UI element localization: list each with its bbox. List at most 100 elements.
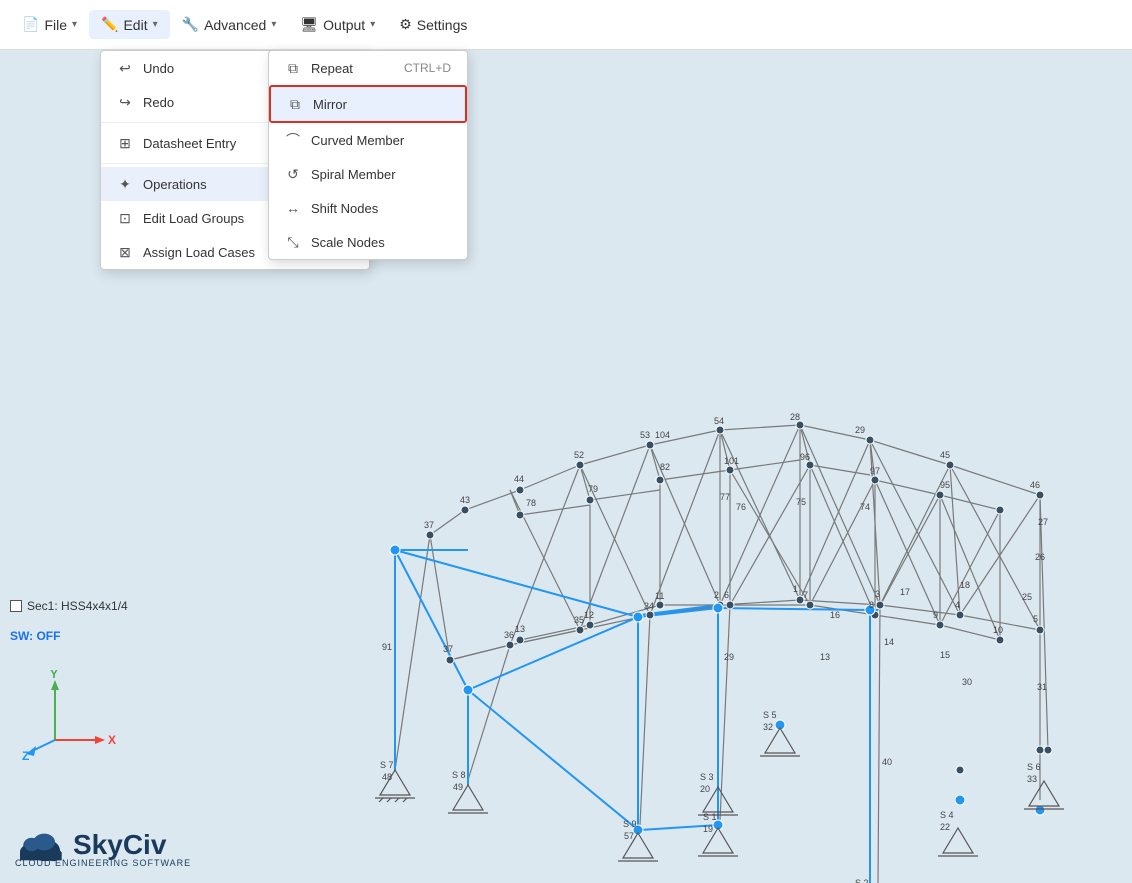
svg-text:22: 22 [940, 822, 950, 832]
edit-chevron-icon: ▾ [153, 19, 158, 30]
svg-text:77: 77 [720, 492, 730, 502]
svg-text:36: 36 [504, 630, 514, 640]
svg-text:5: 5 [1033, 614, 1038, 624]
skyciv-logo: SkyCiv CLOUD ENGINEERING SOFTWARE [15, 827, 191, 868]
svg-text:8: 8 [869, 600, 874, 610]
load-cases-icon: ⊠ [117, 244, 133, 260]
svg-text:S 6: S 6 [1027, 762, 1041, 772]
svg-text:20: 20 [700, 784, 710, 794]
section-label: Sec1: HSS4x4x1/4 [10, 599, 128, 613]
svg-text:33: 33 [1027, 774, 1037, 784]
svg-text:78: 78 [526, 498, 536, 508]
svg-text:S 9: S 9 [623, 819, 637, 829]
svg-text:31: 31 [1037, 682, 1047, 692]
operations-icon: ✦ [117, 176, 133, 192]
svg-text:76: 76 [736, 502, 746, 512]
svg-text:44: 44 [514, 474, 524, 484]
menu-advanced[interactable]: 🔧 Advanced ▾ [170, 10, 289, 39]
file-chevron-icon: ▾ [72, 19, 77, 30]
svg-text:3: 3 [875, 589, 880, 599]
svg-text:75: 75 [796, 497, 806, 507]
mirror-icon: ⧉ [287, 96, 303, 112]
menu-settings[interactable]: ⚙ Settings [387, 10, 479, 39]
mirror-item[interactable]: ⧉ Mirror [269, 85, 467, 123]
svg-text:17: 17 [900, 587, 910, 597]
svg-text:43: 43 [460, 495, 470, 505]
svg-text:25: 25 [1022, 592, 1032, 602]
svg-text:18: 18 [960, 580, 970, 590]
settings-icon: ⚙ [399, 16, 412, 33]
svg-text:52: 52 [574, 450, 584, 460]
svg-text:S 5: S 5 [763, 710, 777, 720]
svg-text:40: 40 [882, 757, 892, 767]
curved-member-item[interactable]: ⌒ Curved Member [269, 123, 467, 157]
undo-icon: ↩ [117, 60, 133, 76]
svg-text:53: 53 [640, 430, 650, 440]
spiral-icon: ↺ [285, 166, 301, 182]
svg-text:46: 46 [1030, 480, 1040, 490]
curved-icon: ⌒ [285, 132, 301, 148]
svg-text:104: 104 [655, 430, 670, 440]
datasheet-icon: ⊞ [117, 135, 133, 151]
svg-text:14: 14 [884, 637, 894, 647]
axis-indicator: Y X Z [20, 670, 120, 763]
edit-icon: ✏️ [101, 16, 118, 33]
svg-text:27: 27 [1038, 517, 1048, 527]
load-groups-icon: ⊡ [117, 210, 133, 226]
svg-text:S 4: S 4 [940, 810, 954, 820]
shift-nodes-item[interactable]: ↔ Shift Nodes [269, 191, 467, 225]
svg-text:34: 34 [644, 601, 654, 611]
svg-text:26: 26 [1035, 552, 1045, 562]
svg-text:54: 54 [714, 416, 724, 426]
svg-text:37: 37 [424, 520, 434, 530]
output-chevron-icon: ▾ [370, 19, 375, 30]
svg-text:37: 37 [443, 644, 453, 654]
svg-text:29: 29 [724, 652, 734, 662]
svg-text:Z: Z [22, 749, 29, 760]
scale-icon: ⤡ [285, 234, 301, 250]
svg-text:S 8: S 8 [452, 770, 466, 780]
svg-text:91: 91 [382, 642, 392, 652]
svg-text:19: 19 [703, 824, 713, 834]
svg-text:15: 15 [940, 650, 950, 660]
svg-text:7: 7 [803, 590, 808, 600]
svg-text:96: 96 [800, 452, 810, 462]
repeat-icon: ⧉ [285, 60, 301, 76]
svg-text:1: 1 [793, 584, 798, 594]
svg-text:29: 29 [855, 425, 865, 435]
svg-text:10: 10 [993, 625, 1003, 635]
svg-text:57: 57 [624, 831, 634, 841]
shift-icon: ↔ [285, 200, 301, 216]
svg-text:16: 16 [830, 610, 840, 620]
output-icon: 🖥 [300, 16, 318, 33]
scale-nodes-item[interactable]: ⤡ Scale Nodes [269, 225, 467, 259]
svg-text:S 7: S 7 [380, 760, 394, 770]
svg-text:79: 79 [588, 484, 598, 494]
sec-checkbox[interactable] [10, 600, 22, 612]
svg-text:S 3: S 3 [700, 772, 714, 782]
spiral-member-item[interactable]: ↺ Spiral Member [269, 157, 467, 191]
svg-text:95: 95 [940, 480, 950, 490]
svg-text:13: 13 [515, 624, 525, 634]
svg-text:Y: Y [50, 670, 58, 681]
logo-tagline: CLOUD ENGINEERING SOFTWARE [15, 858, 191, 868]
svg-text:49: 49 [453, 782, 463, 792]
svg-text:97: 97 [870, 466, 880, 476]
svg-text:S 2: S 2 [855, 878, 869, 883]
svg-text:32: 32 [763, 722, 773, 732]
repeat-item[interactable]: ⧉ Repeat CTRL+D [269, 51, 467, 85]
sw-status: SW: OFF [10, 629, 60, 643]
menu-output[interactable]: 🖥 Output ▾ [288, 10, 387, 39]
svg-text:11: 11 [655, 591, 664, 601]
svg-text:X: X [108, 733, 116, 747]
file-icon: 📄 [22, 16, 39, 33]
advanced-icon: 🔧 [182, 16, 199, 33]
svg-text:74: 74 [860, 502, 870, 512]
svg-text:9: 9 [933, 610, 938, 620]
svg-text:82: 82 [660, 462, 670, 472]
svg-text:2: 2 [714, 590, 719, 600]
menu-edit[interactable]: ✏️ Edit ▾ [89, 10, 170, 39]
svg-text:12: 12 [584, 610, 594, 620]
svg-text:30: 30 [962, 677, 972, 687]
menu-file[interactable]: 📄 File ▾ [10, 10, 89, 39]
